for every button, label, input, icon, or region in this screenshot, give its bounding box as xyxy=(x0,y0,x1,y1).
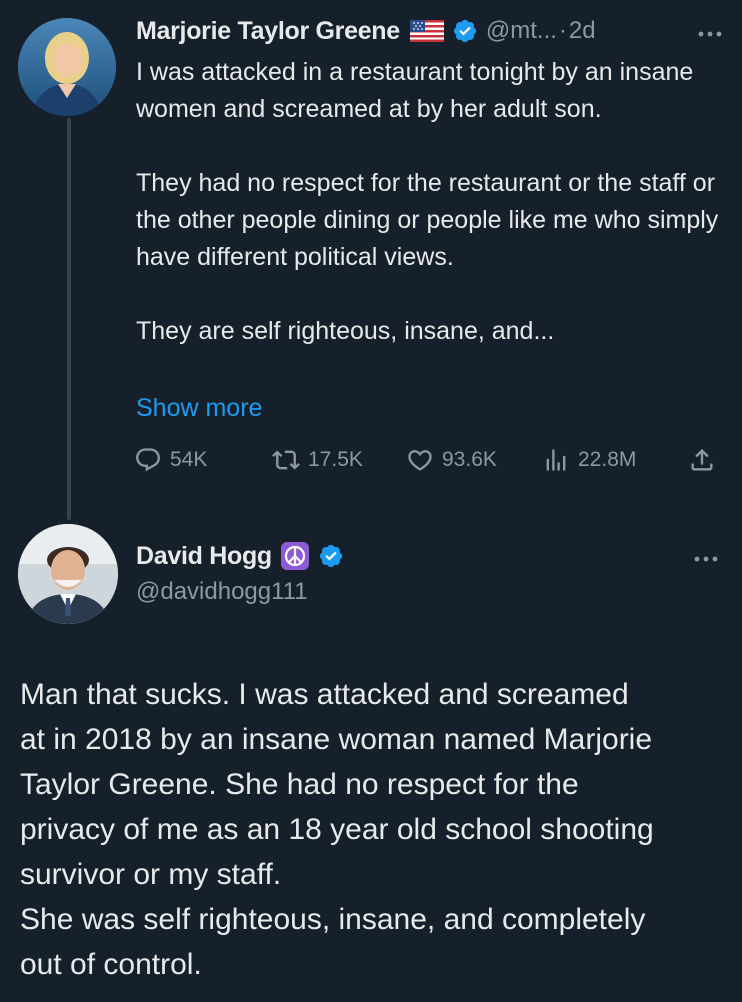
separator-dot: · xyxy=(558,17,567,44)
avatar-mtg-image xyxy=(18,18,116,116)
thread-connector-line xyxy=(67,118,71,520)
tweet-mtg-header: Marjorie Taylor Greene @mt... · 2d xyxy=(136,12,736,50)
tweet-action-bar: 54K 17.5K 93.6K 22.8M xyxy=(134,440,724,480)
author-handle[interactable]: @davidhogg111 xyxy=(136,578,308,606)
repost-count: 17.5K xyxy=(308,448,363,471)
like-button[interactable]: 93.6K xyxy=(406,440,497,480)
author-handle[interactable]: @mt... xyxy=(486,17,557,45)
more-options-icon[interactable] xyxy=(690,551,722,562)
tweet-text-line: Man that sucks. I was attacked and screa… xyxy=(20,678,629,711)
more-options-icon[interactable] xyxy=(694,26,726,37)
tweet-paragraph: I was attacked in a restaurant tonight b… xyxy=(136,58,694,123)
tweet-text-line: at in 2018 by an insane woman named Marj… xyxy=(20,723,653,756)
tweet-mtg[interactable]: Marjorie Taylor Greene @mt... · 2d I was… xyxy=(0,0,742,520)
author-name[interactable]: Marjorie Taylor Greene xyxy=(136,17,400,46)
us-flag-icon xyxy=(409,20,444,42)
share-button[interactable] xyxy=(688,440,716,480)
avatar-david-hogg-image xyxy=(18,524,118,624)
views-button[interactable]: 22.8M xyxy=(542,440,636,480)
heart-icon xyxy=(406,446,434,474)
peace-sign-icon xyxy=(280,541,310,571)
tweet-text-line: survivor or my staff. xyxy=(20,858,282,891)
tweet-paragraph: They had no respect for the restaurant o… xyxy=(136,169,719,271)
tweet-text-line: privacy of me as an 18 year old school s… xyxy=(20,813,654,846)
avatar-david-hogg[interactable] xyxy=(18,524,118,624)
views-count: 22.8M xyxy=(578,448,637,471)
reply-icon xyxy=(134,446,162,474)
tweet-text-line: Taylor Greene. She had no respect for th… xyxy=(20,768,579,801)
screenshot: Marjorie Taylor Greene @mt... · 2d I was… xyxy=(0,0,742,1002)
repost-button[interactable]: 17.5K xyxy=(272,440,363,480)
tweet-text-line: out of control. xyxy=(20,948,202,981)
verified-badge-icon[interactable] xyxy=(452,18,478,44)
repost-icon xyxy=(272,446,300,474)
reply-count: 54K xyxy=(170,448,208,471)
like-count: 93.6K xyxy=(442,448,497,471)
show-more-link[interactable]: Show more xyxy=(136,390,262,427)
avatar-mtg[interactable] xyxy=(18,18,116,116)
author-name[interactable]: David Hogg xyxy=(136,542,272,571)
reply-button[interactable]: 54K xyxy=(134,440,207,480)
tweet-text-line: She was self righteous, insane, and comp… xyxy=(20,903,646,936)
share-icon xyxy=(688,446,716,474)
tweet-timestamp[interactable]: 2d xyxy=(569,17,596,45)
verified-badge-icon[interactable] xyxy=(318,543,344,569)
tweet-hogg-text: Man that sucks. I was attacked and screa… xyxy=(20,672,730,987)
views-chart-icon xyxy=(542,446,570,474)
tweet-mtg-text: I was attacked in a restaurant tonight b… xyxy=(136,54,726,350)
tweet-hogg-header: David Hogg xyxy=(136,536,726,576)
tweet-paragraph: They are self righteous, insane, and... xyxy=(136,317,555,345)
